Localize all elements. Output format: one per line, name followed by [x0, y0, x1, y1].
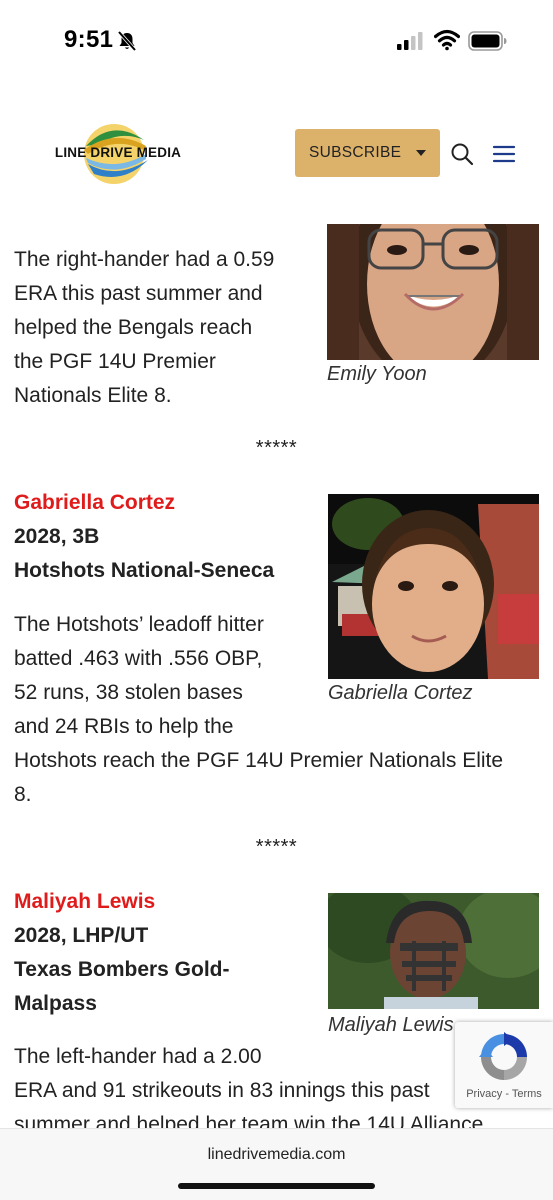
paragraph-line: summer and helped her team win the 14U A…	[14, 1113, 484, 1130]
portrait-illustration-icon	[328, 893, 539, 1009]
recaptcha-badge[interactable]: Privacy - Terms	[455, 1022, 553, 1108]
wifi-icon	[434, 29, 460, 51]
subscribe-button[interactable]: SUBSCRIBE	[295, 129, 440, 177]
paragraph-line: The Hotshots’ leadoff hitter	[14, 613, 264, 636]
photo-caption: Emily Yoon	[327, 363, 427, 385]
intro-paragraph: The right-hander had a 0.59 ERA this pas…	[14, 243, 274, 413]
article-content: Emily Yoon The right-hander had a 0.59 E…	[0, 222, 553, 1130]
player-team: Malpass	[14, 992, 97, 1015]
status-time: 9:51	[64, 26, 114, 53]
paragraph-line: Hotshots reach the PGF 14U Premier Natio…	[14, 749, 504, 772]
section-separator: *****	[255, 437, 298, 459]
paragraph-line: ERA and 91 strikeouts in 83 innings this…	[14, 1079, 430, 1102]
paragraph-line: helped the Bengals reach	[14, 316, 253, 339]
player-paragraph-maliyah-lewis: The left-hander had a 2.00 ERA and 91 st…	[14, 1040, 483, 1130]
paragraph-line: Nationals Elite 8.	[14, 384, 172, 407]
url-text[interactable]: linedrivemedia.com	[0, 1146, 553, 1164]
paragraph-line: batted .463 with .556 OBP,	[14, 647, 263, 670]
player-paragraph-gabriella-cortez: The Hotshots’ leadoff hitter batted .463…	[14, 608, 503, 812]
status-bar: 9:51	[0, 0, 553, 82]
logo-text: LINE DRIVE MEDIA	[54, 145, 182, 160]
player-team: Hotshots National-Seneca	[14, 559, 275, 582]
paragraph-line: the PGF 14U Premier	[14, 350, 216, 373]
site-header: LINE DRIVE MEDIA SUBSCRIBE	[0, 82, 553, 222]
battery-icon	[468, 31, 507, 51]
player-photo-emily-yoon[interactable]	[327, 224, 539, 360]
paragraph-line: and 24 RBIs to help the	[14, 715, 234, 738]
player-name: Maliyah Lewis	[14, 890, 156, 913]
player-heading-maliyah-lewis: Maliyah Lewis 2028, LHP/UT Texas Bombers…	[14, 885, 230, 1021]
paragraph-line: 52 runs, 38 stolen bases	[14, 681, 243, 704]
player-name: Gabriella Cortez	[14, 491, 176, 514]
player-team: Texas Bombers Gold-	[14, 958, 230, 981]
caret-down-icon	[416, 150, 426, 156]
browser-url-bar[interactable]: linedrivemedia.com	[0, 1128, 553, 1200]
player-heading-gabriella-cortez: Gabriella Cortez 2028, 3B Hotshots Natio…	[14, 486, 274, 588]
paragraph-line: 8.	[14, 783, 32, 806]
cellular-signal-icon	[397, 32, 423, 50]
site-logo[interactable]: LINE DRIVE MEDIA	[50, 120, 186, 188]
subscribe-label: SUBSCRIBE	[309, 144, 402, 161]
home-indicator[interactable]	[178, 1183, 375, 1189]
paragraph-line: The left-hander had a 2.00	[14, 1045, 262, 1068]
player-class-position: 2028, LHP/UT	[14, 924, 149, 947]
player-class-position: 2028, 3B	[14, 525, 100, 548]
hamburger-menu-icon[interactable]	[492, 144, 516, 164]
paragraph-line: ERA this past summer and	[14, 282, 263, 305]
photo-caption: Maliyah Lewis	[328, 1014, 454, 1036]
search-icon[interactable]	[450, 142, 474, 166]
portrait-illustration-icon	[327, 224, 539, 360]
player-photo-maliyah-lewis[interactable]	[328, 893, 539, 1009]
recaptcha-icon	[479, 1032, 527, 1080]
recaptcha-privacy-terms-link[interactable]: Privacy - Terms	[455, 1088, 553, 1100]
paragraph-line: The right-hander had a 0.59	[14, 248, 275, 271]
bell-slash-icon	[117, 30, 137, 52]
section-separator: *****	[255, 836, 298, 858]
